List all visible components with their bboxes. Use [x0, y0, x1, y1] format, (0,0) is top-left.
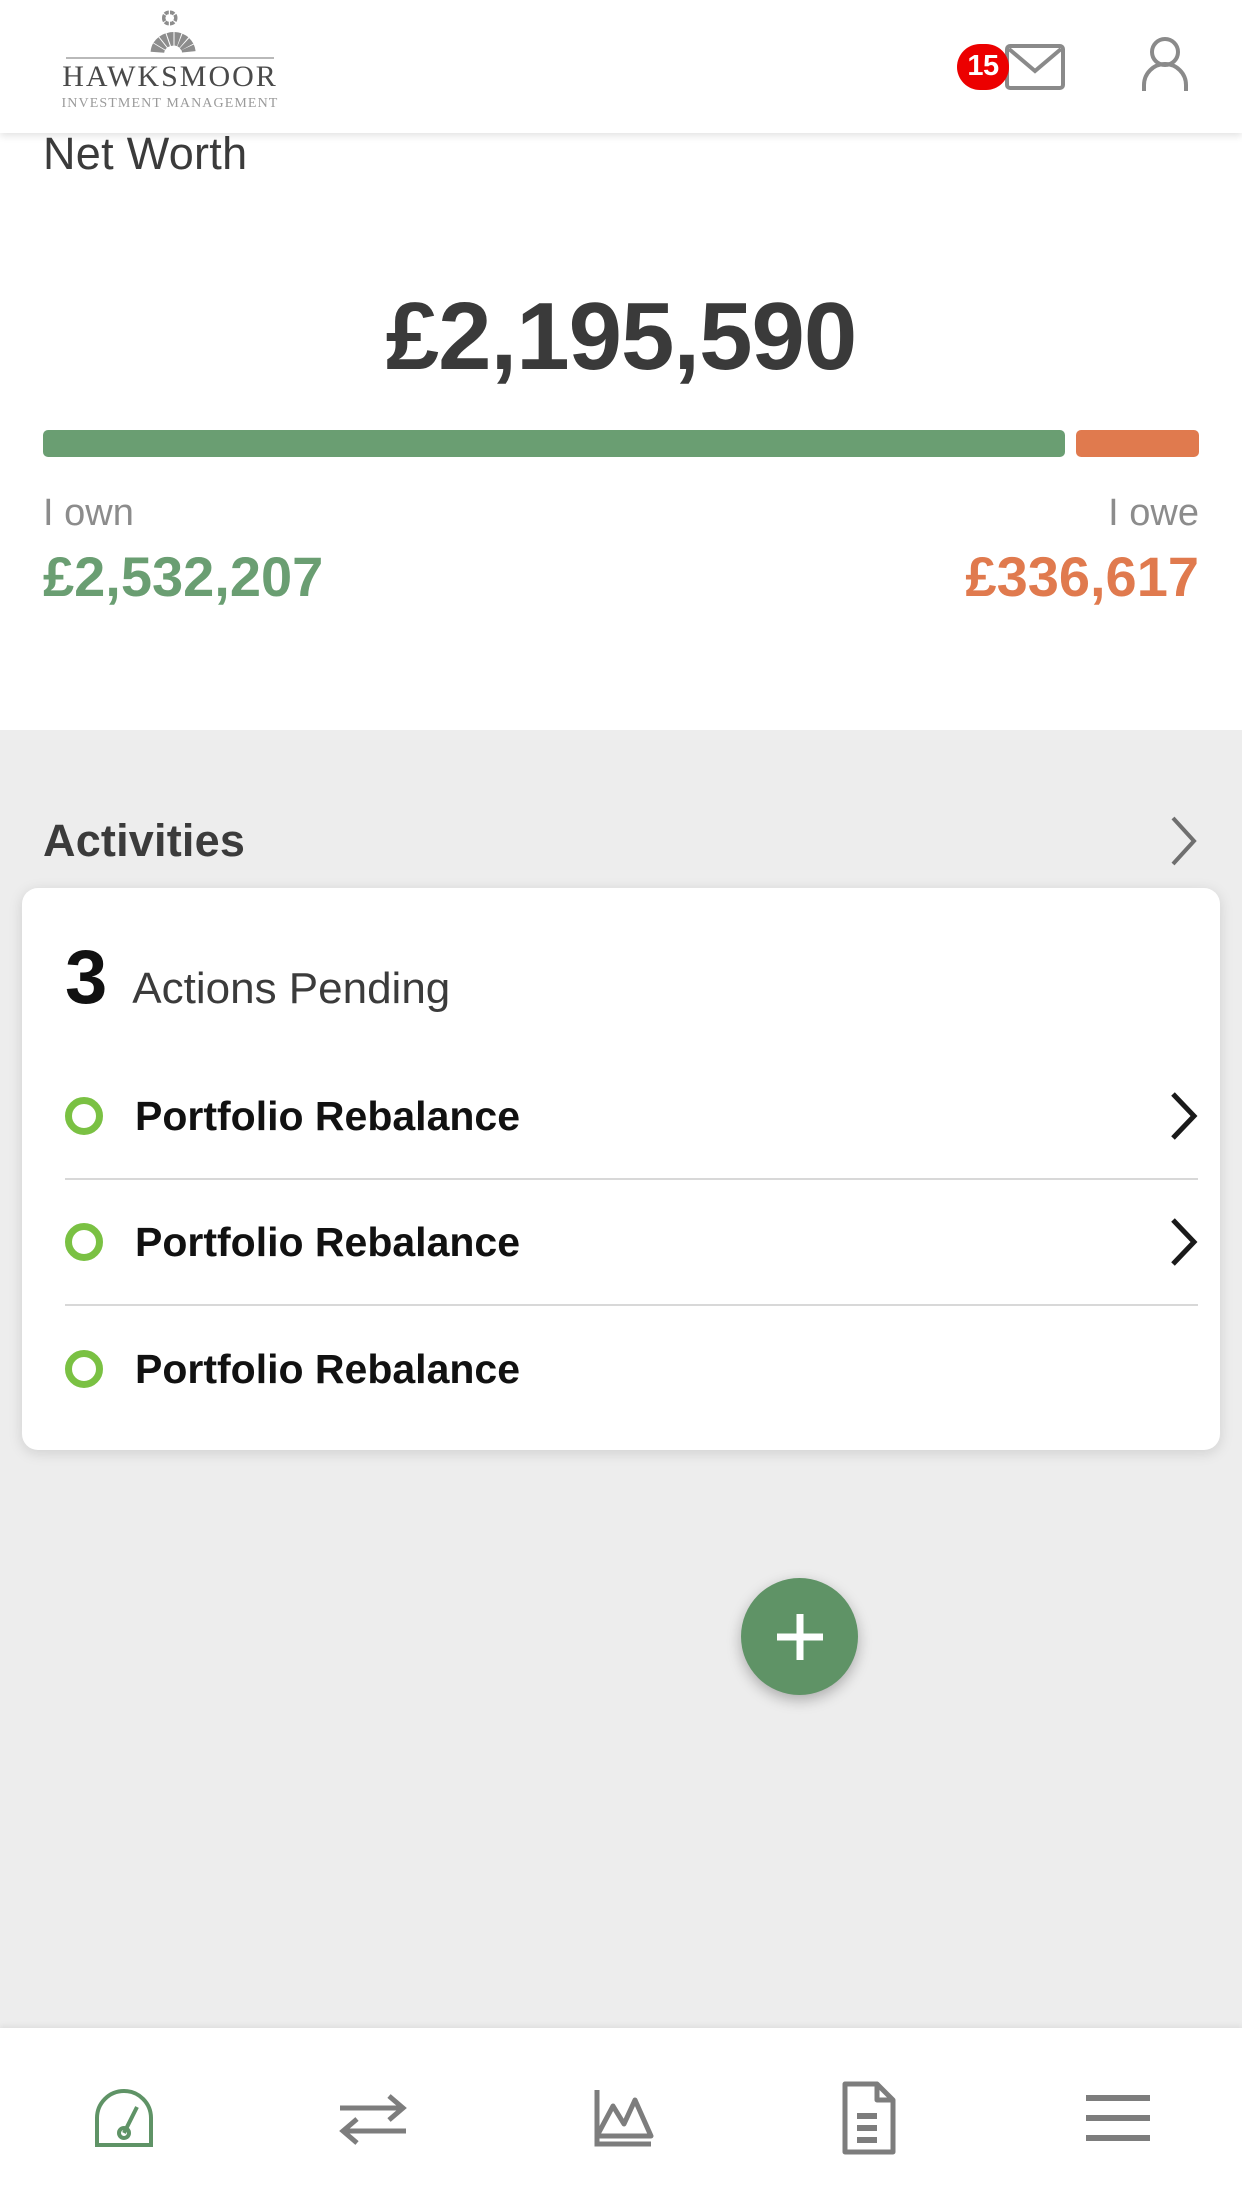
logo-divider: [66, 57, 274, 59]
actions-pending-label: Actions Pending: [132, 964, 451, 1013]
person-icon: [1142, 37, 1188, 91]
chevron-right-icon[interactable]: [1168, 1091, 1198, 1141]
activities-header[interactable]: Activities: [43, 815, 1199, 867]
brand-logo[interactable]: HAWKSMOOR INVESTMENT MANAGEMENT: [55, 8, 285, 112]
page-title: Net Worth: [43, 128, 248, 179]
activities-section: Activities 3 Actions Pending Portfolio R…: [0, 730, 1242, 2028]
nav-item-performance[interactable]: [497, 2082, 745, 2154]
actions-pending-count: 3: [65, 935, 108, 1020]
hamburger-menu-icon: [1085, 2095, 1150, 2141]
profile-button[interactable]: [1136, 35, 1194, 98]
owe-value: £336,617: [965, 544, 1199, 608]
nav-item-transfers[interactable]: [248, 2087, 496, 2149]
green-ring-icon: [65, 1097, 103, 1135]
nav-item-dashboard[interactable]: [0, 2081, 248, 2155]
activities-list: Portfolio Rebalance Portfolio Rebalance …: [22, 1054, 1220, 1432]
messages-button[interactable]: 15: [957, 42, 1066, 92]
dashboard-gauge-icon: [95, 2089, 154, 2147]
actions-pending-card: 3 Actions Pending Portfolio Rebalance Po…: [22, 888, 1220, 1450]
bar-segment-owe: [1075, 430, 1199, 457]
green-ring-icon: [65, 1223, 103, 1261]
logo-wordmark: HAWKSMOOR: [62, 60, 278, 93]
list-item-label: Portfolio Rebalance: [135, 1092, 521, 1139]
activities-title: Activities: [43, 815, 246, 866]
add-button[interactable]: [741, 1578, 858, 1695]
own-value: £2,532,207: [43, 544, 324, 608]
chevron-right-icon[interactable]: [1169, 815, 1199, 867]
assets-liabilities-bar: [43, 430, 1199, 457]
list-item[interactable]: Portfolio Rebalance: [65, 1054, 1198, 1180]
owe-group: I owe £336,617: [965, 490, 1199, 612]
own-group: I own £2,532,207: [43, 490, 323, 612]
arch-dome-icon: [150, 10, 196, 53]
green-ring-icon: [65, 1350, 103, 1388]
own-label: I own: [43, 492, 134, 534]
list-item-label: Portfolio Rebalance: [135, 1218, 521, 1265]
own-owe-legend: I own £2,532,207 I owe £336,617: [43, 490, 1199, 612]
nav-item-menu[interactable]: [994, 2090, 1242, 2146]
bottom-navigation: [0, 2028, 1242, 2208]
owe-label: I owe: [1108, 492, 1199, 534]
transfer-arrows-icon: [338, 2094, 407, 2145]
bar-segment-own: [43, 430, 1065, 457]
list-item[interactable]: Portfolio Rebalance: [65, 1306, 1198, 1432]
unread-badge: 15: [957, 43, 1009, 90]
logo-tagline: INVESTMENT MANAGEMENT: [61, 95, 279, 111]
document-icon: [842, 2081, 896, 2155]
header-actions: 15: [957, 0, 1194, 133]
chevron-right-icon[interactable]: [1168, 1217, 1198, 1267]
chart-icon: [594, 2090, 654, 2147]
actions-pending-heading: 3 Actions Pending: [22, 888, 1220, 1020]
plus-icon: [776, 1613, 823, 1660]
app-header: HAWKSMOOR INVESTMENT MANAGEMENT 15: [0, 0, 1242, 133]
list-item[interactable]: Portfolio Rebalance: [65, 1180, 1198, 1306]
list-item-label: Portfolio Rebalance: [135, 1345, 521, 1392]
net-worth-amount: £2,195,590: [385, 283, 857, 390]
nav-item-documents[interactable]: [745, 2080, 993, 2156]
app-screen: HAWKSMOOR INVESTMENT MANAGEMENT 15 Net W…: [0, 0, 1242, 2208]
net-worth-panel: Net Worth £2,195,590 I own £2,532,207 I …: [0, 128, 1242, 853]
envelope-icon: [1005, 43, 1065, 90]
